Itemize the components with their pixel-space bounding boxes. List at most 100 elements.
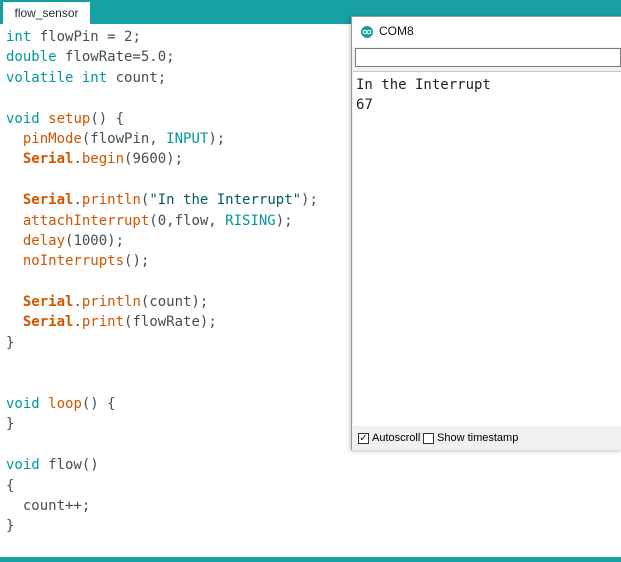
code-token: double [6,49,57,66]
code-token: (1000); [65,232,125,249]
code-token: . [73,314,82,331]
code-token: Serial [22,192,74,209]
code-token: print [81,314,125,331]
show-timestamp-option[interactable]: Show timestamp [423,432,518,444]
code-token: Serial [22,294,74,311]
serial-monitor-footer: ✓ Autoscroll Show timestamp [352,427,621,450]
code-token: pinMode [22,130,82,147]
code-line: void flow() [6,455,318,475]
code-token: . [73,294,82,311]
code-token: } [6,334,15,351]
code-token: ); [208,130,226,147]
code-token: begin [81,151,125,168]
code-text[interactable]: int flowPin = 2; double flowRate=5.0; vola… [6,27,318,537]
code-token: . [73,151,82,168]
show-timestamp-checkbox[interactable] [423,432,434,444]
code-line: } [6,516,318,536]
serial-monitor-title: COM8 [379,24,414,38]
code-token: INPUT [166,130,209,147]
code-line: pinMode(flowPin, INPUT); [6,129,318,149]
serial-output-area[interactable]: In the Interrupt 67 [353,71,621,426]
code-token: ); [301,192,318,209]
code-token: noInterrupts [22,253,125,270]
code-token: { [6,477,15,494]
code-line: Serial.print(flowRate); [6,312,318,332]
code-token: (flowPin, [81,130,167,147]
code-token: attachInterrupt [22,212,150,229]
code-token: int [6,29,32,45]
code-line: { [6,476,318,496]
serial-monitor-titlebar[interactable]: COM8 [352,17,621,47]
code-token: (0,flow, [149,212,226,229]
code-line: count++; [6,496,318,516]
serial-output-line: In the Interrupt [356,77,491,93]
code-token: (); [124,253,150,270]
code-token: . [73,192,82,209]
code-token: () { [81,396,116,413]
code-token: () { [90,110,125,127]
code-token: } [6,416,15,433]
code-token: loop [48,396,82,413]
code-token: println [81,192,141,209]
code-token: "In the Interrupt" [149,192,302,209]
code-token: delay [22,232,66,249]
code-line: void setup() { [6,109,318,129]
code-token: RISING [225,212,276,229]
code-token: int [81,69,108,86]
code-token: println [81,294,141,311]
code-line: Serial.println(count); [6,292,318,312]
code-token: count++; [6,497,91,514]
arduino-icon [361,26,373,38]
code-line: double flowRate=5.0; [6,47,318,67]
code-line: } [6,414,318,434]
code-token: void [6,457,40,474]
serial-monitor-window: COM8 In the Interrupt 67 ✓ Autoscroll Sho… [351,16,621,450]
code-token: flowPin = 2; [31,29,141,45]
code-token: void [6,396,40,413]
code-line: Serial.println("In the Interrupt"); [6,190,318,210]
code-token: flow() [39,457,99,474]
code-line: int flowPin = 2; [6,27,318,47]
serial-output-line: 67 [356,97,373,113]
serial-send-input[interactable] [355,48,621,67]
code-token: count; [107,69,167,86]
serial-output-text: In the Interrupt 67 [356,75,491,115]
autoscroll-checkbox[interactable]: ✓ [358,432,369,444]
tab-flow-sensor[interactable]: flow_sensor [3,2,90,24]
code-token: Serial [22,151,74,168]
status-strip [0,557,621,562]
code-token: void [6,110,40,127]
code-token: volatile [6,69,74,86]
code-line: Serial.begin(9600); [6,149,318,169]
code-line: noInterrupts(); [6,251,318,271]
code-token: ); [275,212,293,229]
code-token: setup [48,110,91,127]
show-timestamp-label: Show timestamp [437,432,519,444]
autoscroll-option[interactable]: ✓ Autoscroll [358,432,420,444]
code-token: } [6,518,15,535]
code-line: } [6,333,318,353]
code-token: flowRate=5.0; [56,49,175,66]
code-token: Serial [22,314,74,331]
code-token: (flowRate); [124,314,217,331]
code-line: delay(1000); [6,231,318,251]
code-token: (count); [140,294,209,311]
code-token: (9600); [124,151,184,168]
code-line: void loop() { [6,394,318,414]
